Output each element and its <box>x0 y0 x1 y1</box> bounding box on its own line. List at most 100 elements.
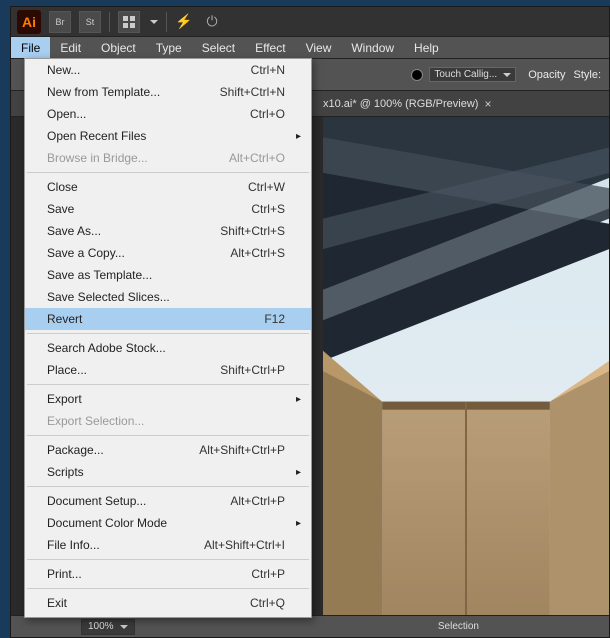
menu-item-place[interactable]: Place... Shift+Ctrl+P <box>25 359 311 381</box>
menu-item-shortcut: Alt+Ctrl+P <box>230 494 285 508</box>
arrange-icon[interactable] <box>118 11 140 33</box>
menu-item-shortcut: Shift+Ctrl+P <box>220 363 285 377</box>
menu-item-shortcut: F12 <box>264 312 285 326</box>
menu-item-revert[interactable]: Revert F12 <box>25 308 311 330</box>
menu-item-shortcut: Alt+Ctrl+O <box>229 151 285 165</box>
divider <box>166 12 167 32</box>
menu-item-label: Close <box>47 180 78 194</box>
file-menu-dropdown: New... Ctrl+N New from Template... Shift+Ct… <box>24 58 312 618</box>
menu-separator <box>27 384 309 385</box>
divider <box>109 12 110 32</box>
menu-item-label: Open... <box>47 107 86 121</box>
menu-separator <box>27 588 309 589</box>
menu-item-exit[interactable]: Exit Ctrl+Q <box>25 592 311 614</box>
chevron-right-icon: ▸ <box>296 518 301 529</box>
menu-item-label: Save as Template... <box>47 268 152 282</box>
menu-item-new-from-template[interactable]: New from Template... Shift+Ctrl+N <box>25 81 311 103</box>
menu-item-shortcut: Ctrl+Q <box>250 596 285 610</box>
menu-effect[interactable]: Effect <box>245 37 295 58</box>
menu-item-label: Search Adobe Stock... <box>47 341 166 355</box>
menu-item-label: New... <box>47 63 80 77</box>
menu-type[interactable]: Type <box>146 37 192 58</box>
menu-object[interactable]: Object <box>91 37 146 58</box>
menu-item-label: New from Template... <box>47 85 160 99</box>
stock-icon[interactable]: St <box>79 11 101 33</box>
close-icon[interactable]: × <box>484 97 491 111</box>
menu-item-label: Save a Copy... <box>47 246 125 260</box>
titlebar: Ai Br St ⚡ ⏻ <box>11 7 609 37</box>
menu-item-shortcut: Shift+Ctrl+S <box>220 224 285 238</box>
menu-item-shortcut: Ctrl+N <box>251 63 285 77</box>
menu-item-label: Scripts <box>47 465 84 479</box>
document-tab[interactable]: x10.ai* @ 100% (RGB/Preview) × <box>323 97 491 111</box>
menu-help[interactable]: Help <box>404 37 449 58</box>
menu-item-shortcut: Alt+Shift+Ctrl+I <box>204 538 285 552</box>
status-mode: Selection <box>438 621 479 632</box>
menu-window[interactable]: Window <box>341 37 404 58</box>
menu-item-package[interactable]: Package...Alt+Shift+Ctrl+P <box>25 439 311 461</box>
menu-item-search-adobe-stock[interactable]: Search Adobe Stock... <box>25 337 311 359</box>
zoom-value: 100% <box>88 621 114 632</box>
menu-item-shortcut: Ctrl+P <box>251 567 285 581</box>
zoom-select[interactable]: 100% <box>81 619 135 635</box>
statusbar: 100% Selection <box>11 615 609 637</box>
menu-item-label: Place... <box>47 363 87 377</box>
app-logo: Ai <box>17 10 41 34</box>
menu-item-label: Revert <box>47 312 82 326</box>
menu-item-file-info[interactable]: File Info... Alt+Shift+Ctrl+I <box>25 534 311 556</box>
menu-item-shortcut: Alt+Ctrl+S <box>230 246 285 260</box>
menu-edit[interactable]: Edit <box>50 37 91 58</box>
power-icon[interactable]: ⏻ <box>206 13 217 30</box>
menu-separator <box>27 486 309 487</box>
menubar: File Edit Object Type Select Effect View… <box>11 37 609 59</box>
menu-item-save-as-template[interactable]: Save as Template... <box>25 264 311 286</box>
menu-separator <box>27 333 309 334</box>
menu-item-scripts[interactable]: Scripts ▸ <box>25 461 311 483</box>
menu-select[interactable]: Select <box>192 37 245 58</box>
menu-item-label: Export Selection... <box>47 414 144 428</box>
menu-item-open[interactable]: Open... Ctrl+O <box>25 103 311 125</box>
menu-item-label: Export <box>47 392 82 406</box>
menu-item-open-recent-files[interactable]: Open Recent Files▸ <box>25 125 311 147</box>
menu-item-shortcut: Ctrl+O <box>250 107 285 121</box>
menu-item-shortcut: Ctrl+S <box>251 202 285 216</box>
gpu-icon[interactable]: ⚡ <box>175 13 192 30</box>
menu-item-save-as[interactable]: Save As... Shift+Ctrl+S <box>25 220 311 242</box>
style-label: Style: <box>573 69 601 81</box>
chevron-right-icon: ▸ <box>296 467 301 478</box>
brush-preset-label: Touch Callig... <box>434 69 497 80</box>
chevron-down-icon[interactable] <box>150 20 158 24</box>
brush-swatch[interactable] <box>411 69 423 81</box>
menu-item-label: Open Recent Files <box>47 129 146 143</box>
menu-item-browse-in-bridge: Browse in Bridge...Alt+Ctrl+O <box>25 147 311 169</box>
opacity-label: Opacity <box>528 69 565 81</box>
menu-item-document-color-mode[interactable]: Document Color Mode ▸ <box>25 512 311 534</box>
menu-item-label: Print... <box>47 567 82 581</box>
chevron-down-icon <box>503 73 511 77</box>
menu-item-new[interactable]: New... Ctrl+N <box>25 59 311 81</box>
menu-separator <box>27 172 309 173</box>
menu-item-save-a-copy[interactable]: Save a Copy... Alt+Ctrl+S <box>25 242 311 264</box>
menu-separator <box>27 435 309 436</box>
menu-item-label: File Info... <box>47 538 100 552</box>
menu-item-export-selection: Export Selection... <box>25 410 311 432</box>
menu-item-export[interactable]: Export▸ <box>25 388 311 410</box>
menu-item-close[interactable]: CloseCtrl+W <box>25 176 311 198</box>
bridge-icon[interactable]: Br <box>49 11 71 33</box>
menu-item-save-selected-slices[interactable]: Save Selected Slices... <box>25 286 311 308</box>
menu-item-label: Document Color Mode <box>47 516 167 530</box>
menu-separator <box>27 559 309 560</box>
menu-item-document-setup[interactable]: Document Setup... Alt+Ctrl+P <box>25 490 311 512</box>
menu-item-shortcut: Shift+Ctrl+N <box>220 85 285 99</box>
chevron-down-icon <box>120 625 128 629</box>
menu-item-label: Save <box>47 202 74 216</box>
brush-preset-select[interactable]: Touch Callig... <box>429 67 516 82</box>
menu-item-label: Exit <box>47 596 67 610</box>
menu-item-print[interactable]: Print... Ctrl+P <box>25 563 311 585</box>
menu-item-label: Package... <box>47 443 104 457</box>
menu-item-label: Document Setup... <box>47 494 146 508</box>
menu-file[interactable]: File <box>11 37 50 58</box>
menu-item-label: Save As... <box>47 224 101 238</box>
menu-item-save[interactable]: Save Ctrl+S <box>25 198 311 220</box>
menu-view[interactable]: View <box>296 37 342 58</box>
